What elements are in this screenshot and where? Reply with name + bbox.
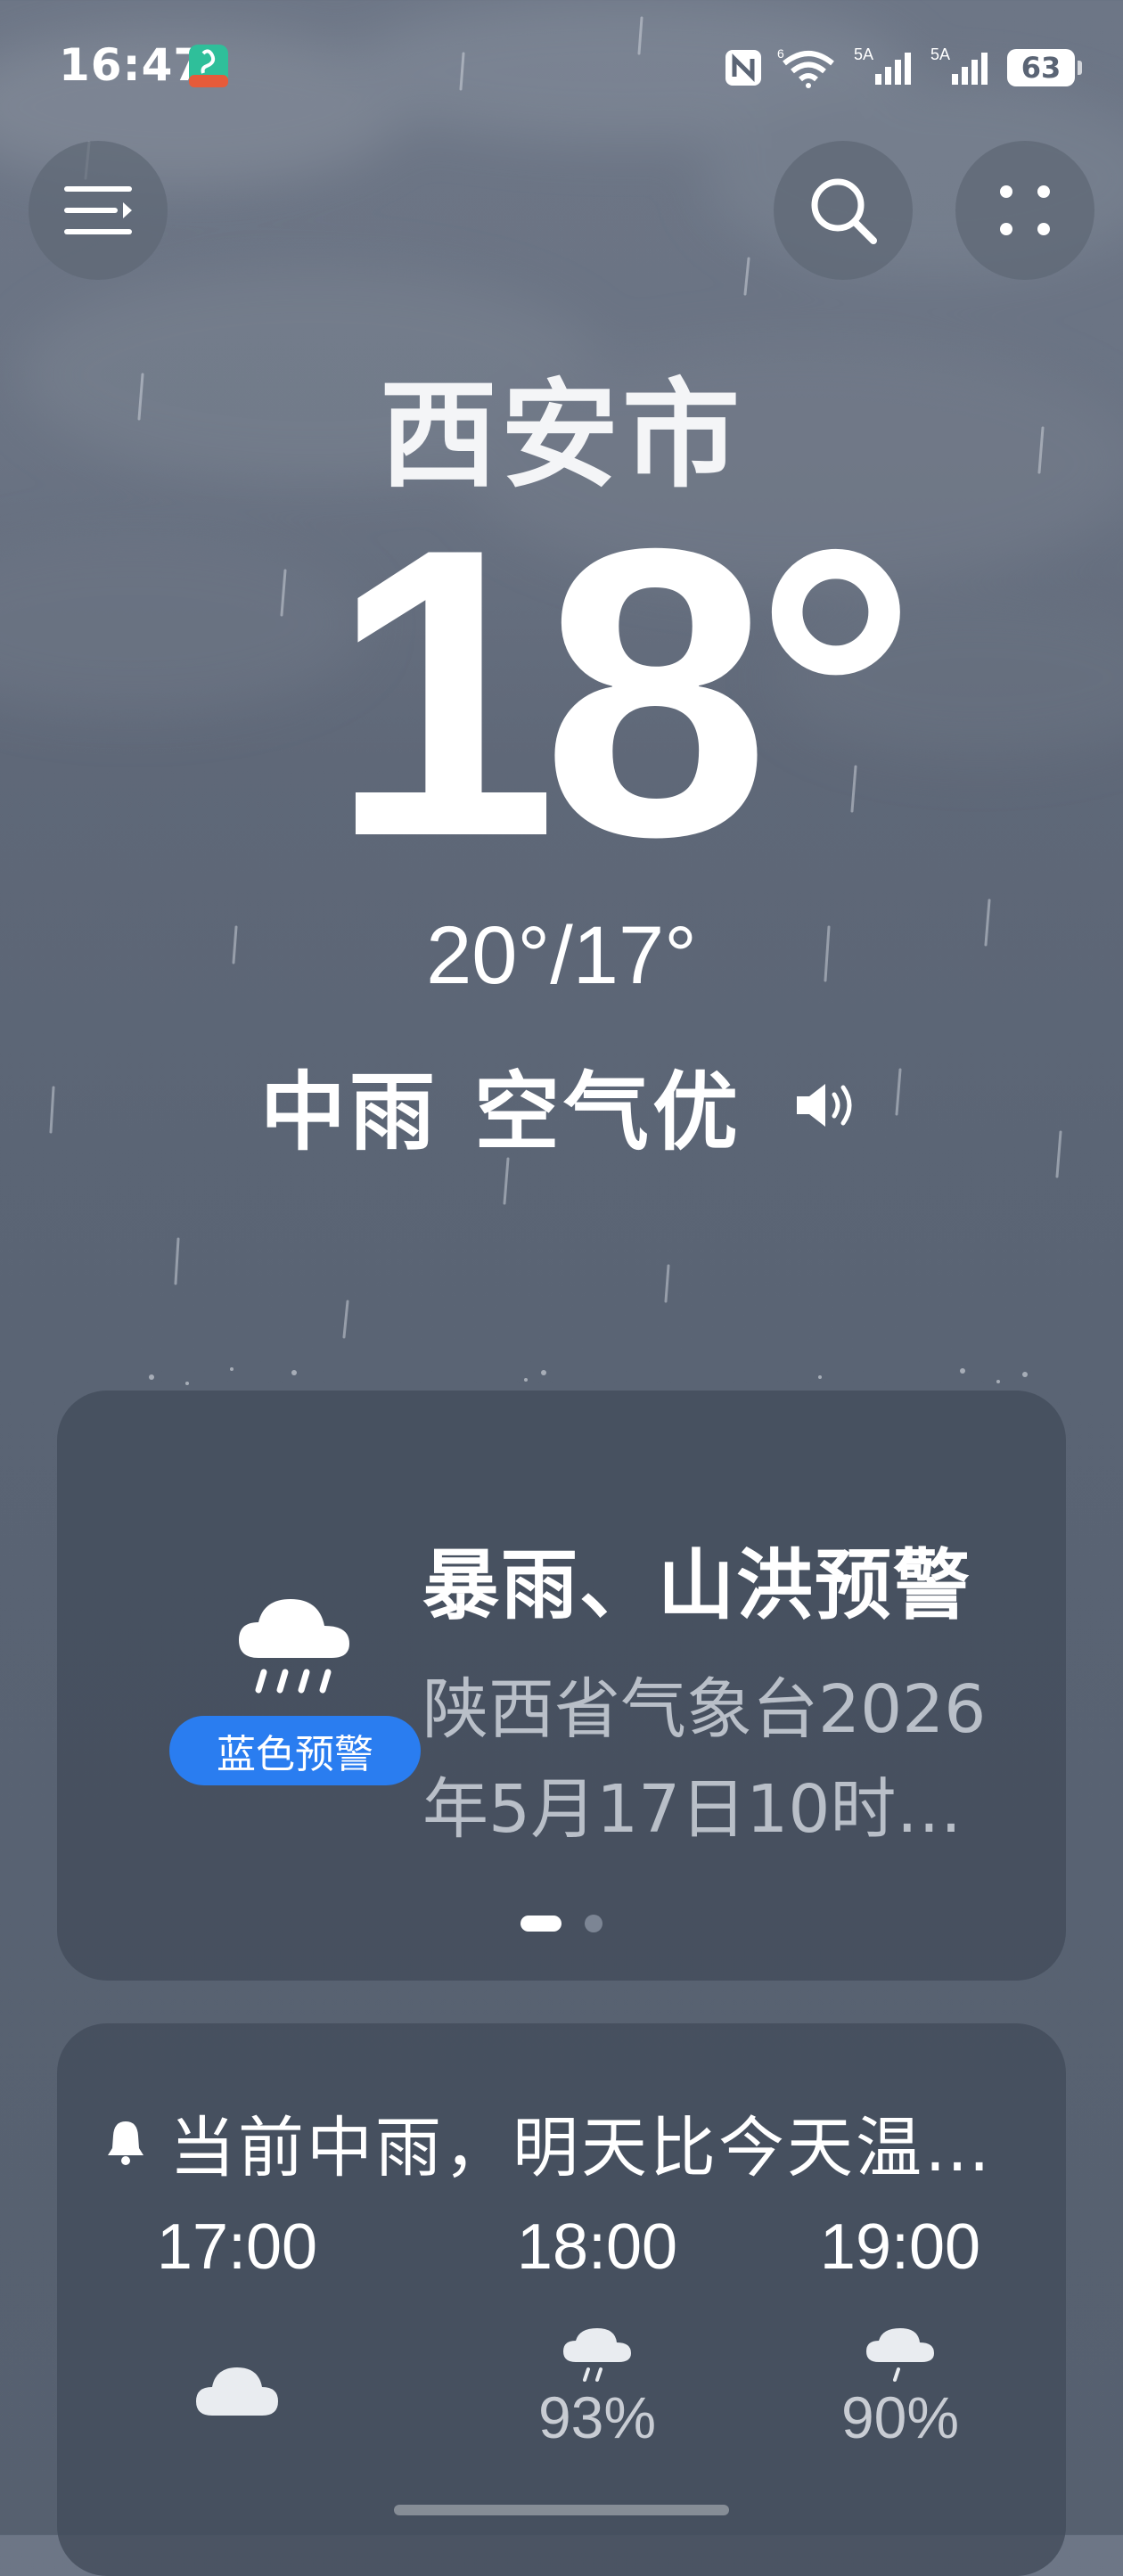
forecast-summary[interactable]: 当前中雨，明天比今天温…: [105, 2095, 993, 2190]
pagination-dot[interactable]: [585, 1915, 602, 1932]
grid-dots-icon: [1000, 185, 1050, 235]
forecast-summary-text: 当前中雨，明天比今天温…: [169, 2110, 993, 2186]
alert-title: 暴雨、山洪预警: [422, 1541, 971, 1630]
signal-icon-2: 5A: [930, 45, 988, 85]
weather-condition: 中雨: [260, 1062, 439, 1162]
status-time: 16:47: [59, 39, 206, 91]
weather-alert-card[interactable]: 蓝色预警 暴雨、山洪预警 陕西省气象台2026年5月17日10时…: [57, 1391, 1066, 1981]
signal-label-1: 5A: [854, 45, 873, 63]
hour-precipitation: 90%: [840, 2384, 960, 2450]
hour-precipitation: 93%: [537, 2384, 657, 2450]
rain-cloud-icon: [866, 2328, 934, 2382]
search-icon: [811, 178, 877, 244]
hour-time: 19:00: [819, 2211, 981, 2283]
more-button[interactable]: [955, 141, 1094, 280]
wifi-icon: 6: [777, 47, 834, 88]
signal-label-2: 5A: [930, 45, 950, 63]
hour-time: 18:00: [516, 2211, 678, 2283]
condition-row: 中雨 空气优: [0, 1043, 1123, 1167]
status-icons: 6 5A 5A 63: [724, 43, 1082, 93]
menu-button[interactable]: [29, 141, 168, 280]
search-button[interactable]: [774, 141, 913, 280]
hour-item[interactable]: 17:00: [130, 2211, 344, 2421]
menu-icon: [64, 186, 132, 234]
air-quality[interactable]: 空气优: [474, 1043, 742, 1167]
cloud-icon: [196, 2367, 278, 2416]
rain-cloud-icon: [563, 2328, 631, 2382]
home-indicator[interactable]: [394, 2505, 729, 2515]
pagination-dot-active[interactable]: [521, 1916, 562, 1932]
high-low-temperature: 20°/17°: [426, 910, 697, 1001]
signal-icon: 5A: [854, 45, 911, 85]
hour-item[interactable]: 19:00 90%: [793, 2211, 1007, 2451]
pagination-dots[interactable]: [57, 1915, 1066, 1932]
wifi-label: 6: [777, 47, 784, 61]
current-temperature: 18°: [330, 464, 918, 922]
speaker-icon[interactable]: [791, 1077, 863, 1134]
rain-cloud-icon: [239, 1599, 349, 1694]
alert-level-badge: 蓝色预警: [169, 1716, 421, 1785]
nfc-icon: [725, 50, 761, 86]
bell-icon: [108, 2121, 143, 2165]
battery-indicator: 63: [1007, 49, 1082, 86]
hourly-forecast-card[interactable]: 当前中雨，明天比今天温… 17:00 18:00 93% 19:00 90%: [57, 2023, 1066, 2576]
status-bar: 16:47 6 5A 5A 63: [0, 0, 1123, 134]
hour-item[interactable]: 18:00 93%: [490, 2211, 704, 2451]
app-notification-icon: [189, 45, 228, 87]
hour-time: 17:00: [156, 2211, 318, 2283]
alert-description: 陕西省气象台2026年5月17日10时…: [422, 1671, 987, 1848]
